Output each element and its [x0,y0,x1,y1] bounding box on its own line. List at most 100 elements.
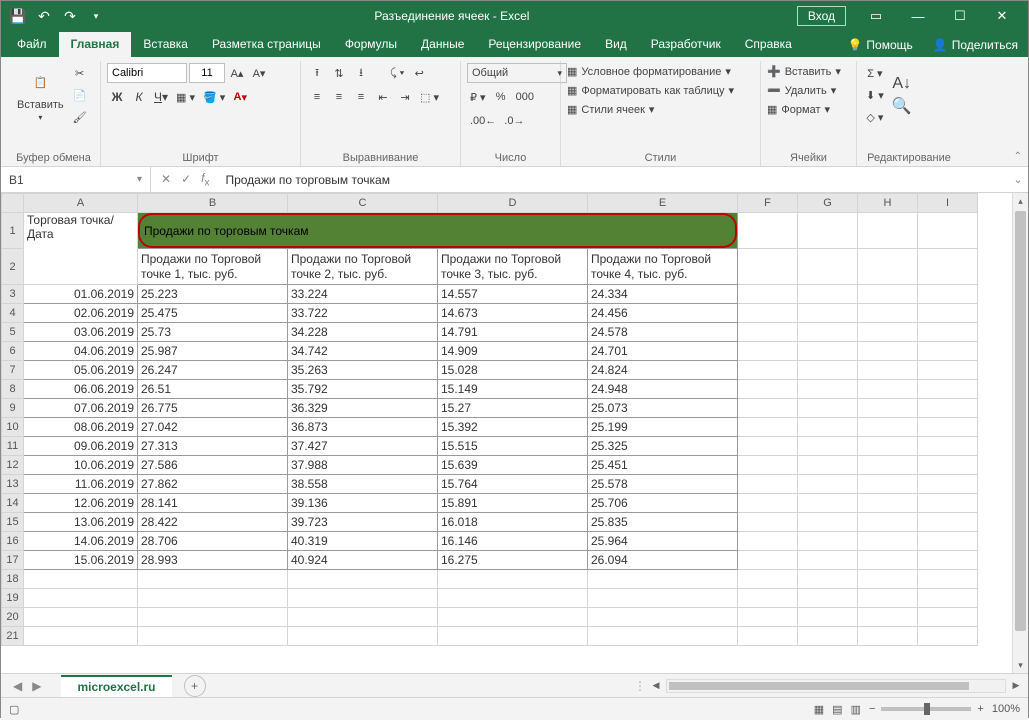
cell-H16[interactable] [858,532,918,551]
collapse-ribbon-icon[interactable]: ⌃ [1014,151,1022,162]
cell-I16[interactable] [918,532,978,551]
cell-B7[interactable]: 26.247 [138,361,288,380]
cell-A12[interactable]: 10.06.2019 [24,456,138,475]
cell-E5[interactable]: 24.578 [588,323,738,342]
cell-A3[interactable]: 01.06.2019 [24,285,138,304]
cell-C11[interactable]: 37.427 [288,437,438,456]
cell-B21[interactable] [138,627,288,646]
cut-icon[interactable]: ✂ [70,63,90,83]
undo-icon[interactable]: ↶ [33,5,55,27]
cell-I20[interactable] [918,608,978,627]
cell-I17[interactable] [918,551,978,570]
cell-I4[interactable] [918,304,978,323]
merge-center-icon[interactable]: ⬚ ▾ [417,87,442,107]
cell-H19[interactable] [858,589,918,608]
view-normal-icon[interactable]: ▦ [814,703,824,716]
decrease-indent-icon[interactable]: ⇤ [373,87,393,107]
cell-H9[interactable] [858,399,918,418]
increase-indent-icon[interactable]: ⇥ [395,87,415,107]
cell-I8[interactable] [918,380,978,399]
cell-H14[interactable] [858,494,918,513]
cell-D11[interactable]: 15.515 [438,437,588,456]
enter-entry-icon[interactable]: ✓ [181,172,191,186]
cell-E7[interactable]: 24.824 [588,361,738,380]
cell-D6[interactable]: 14.909 [438,342,588,361]
tab-разметка страницы[interactable]: Разметка страницы [200,32,333,57]
cell-A4[interactable]: 02.06.2019 [24,304,138,323]
cell-G11[interactable] [798,437,858,456]
cell-A5[interactable]: 03.06.2019 [24,323,138,342]
row-header-9[interactable]: 9 [2,399,24,418]
save-icon[interactable]: 💾 [7,5,29,27]
cell-I2[interactable] [918,249,978,285]
cell-G2[interactable] [798,249,858,285]
cell-D16[interactable]: 16.146 [438,532,588,551]
font-color-icon[interactable]: А ▾ [230,87,250,107]
cell-B13[interactable]: 27.862 [138,475,288,494]
row-header-11[interactable]: 11 [2,437,24,456]
decrease-decimal-icon[interactable]: .0→ [501,111,527,131]
add-sheet-button[interactable]: + [184,675,206,697]
currency-icon[interactable]: ₽ ▾ [467,87,489,107]
cell-B20[interactable] [138,608,288,627]
cell-E19[interactable] [588,589,738,608]
cell-A11[interactable]: 09.06.2019 [24,437,138,456]
cell-H1[interactable] [858,213,918,249]
worksheet-grid[interactable]: ABCDEFGHI1Торговая точка/ ДатаПродажи по… [1,193,1028,673]
cell-H5[interactable] [858,323,918,342]
cell-B15[interactable]: 28.422 [138,513,288,532]
orientation-icon[interactable]: ⤹ ▾ [387,63,407,83]
tab-формулы[interactable]: Формулы [333,32,409,57]
cell-H11[interactable] [858,437,918,456]
align-top-icon[interactable]: ⭱ [307,63,327,83]
cell-I12[interactable] [918,456,978,475]
cell-D4[interactable]: 14.673 [438,304,588,323]
cell-D13[interactable]: 15.764 [438,475,588,494]
row-header-20[interactable]: 20 [2,608,24,627]
cell-E12[interactable]: 25.451 [588,456,738,475]
cell-G14[interactable] [798,494,858,513]
cell-A18[interactable] [24,570,138,589]
cell-G17[interactable] [798,551,858,570]
cell-F10[interactable] [738,418,798,437]
row-header-13[interactable]: 13 [2,475,24,494]
bold-button[interactable]: Ж [107,87,127,107]
cell-G3[interactable] [798,285,858,304]
cell-E20[interactable] [588,608,738,627]
cell-A8[interactable]: 06.06.2019 [24,380,138,399]
align-middle-icon[interactable]: ⇅ [329,63,349,83]
cell-A20[interactable] [24,608,138,627]
cell-E16[interactable]: 25.964 [588,532,738,551]
cell-I14[interactable] [918,494,978,513]
find-select-icon[interactable]: 🔍 [889,96,915,116]
row-header-10[interactable]: 10 [2,418,24,437]
cell-F20[interactable] [738,608,798,627]
cell-F9[interactable] [738,399,798,418]
cell-D18[interactable] [438,570,588,589]
cell-B3[interactable]: 25.223 [138,285,288,304]
row-header-1[interactable]: 1 [2,213,24,249]
fill-color-icon[interactable]: 🪣 ▾ [200,87,228,107]
zoom-level[interactable]: 100% [992,703,1020,715]
cell-H3[interactable] [858,285,918,304]
underline-button[interactable]: Ч ▾ [151,87,171,107]
cell-G1[interactable] [798,213,858,249]
cell-F4[interactable] [738,304,798,323]
record-macro-icon[interactable]: ▢ [9,703,19,716]
copy-icon[interactable]: 📄 [70,85,90,105]
cell-F14[interactable] [738,494,798,513]
cell-B18[interactable] [138,570,288,589]
cell-G4[interactable] [798,304,858,323]
cell-B19[interactable] [138,589,288,608]
name-box[interactable]: B1 [1,167,151,192]
cell-I19[interactable] [918,589,978,608]
cell-G13[interactable] [798,475,858,494]
cell-D7[interactable]: 15.028 [438,361,588,380]
number-format-combo[interactable]: Общий▾ [467,63,567,83]
cell-H15[interactable] [858,513,918,532]
cell-I21[interactable] [918,627,978,646]
cell-B2[interactable]: Продажи по Торговой точке 1, тыс. руб. [138,249,288,285]
cell-G15[interactable] [798,513,858,532]
qat-customize-icon[interactable]: ▾ [85,5,107,27]
row-header-18[interactable]: 18 [2,570,24,589]
